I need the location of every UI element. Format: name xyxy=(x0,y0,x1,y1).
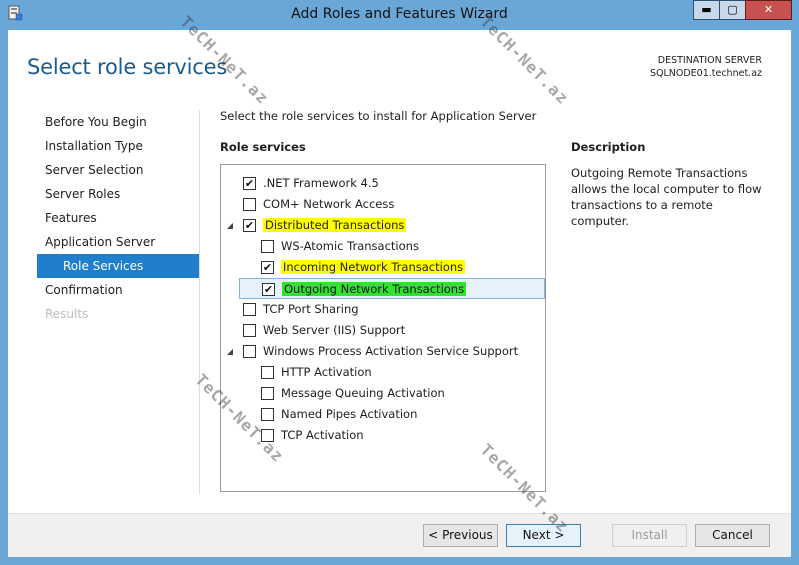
tree-item[interactable]: Named Pipes Activation xyxy=(221,404,545,425)
role-label: Incoming Network Transactions xyxy=(281,257,466,278)
role-label: Windows Process Activation Service Suppo… xyxy=(263,341,518,362)
tree-expander-icon[interactable]: ◢ xyxy=(225,215,235,236)
description-heading: Description xyxy=(571,140,646,154)
wizard-nav: Before You Begin Installation Type Server … xyxy=(37,110,199,326)
tree-item[interactable]: Message Queuing Activation xyxy=(221,383,545,404)
role-checkbox[interactable] xyxy=(243,345,256,358)
role-label: WS-Atomic Transactions xyxy=(281,236,419,257)
destination-server-name: SQLNODE01.technet.az xyxy=(649,68,762,79)
role-checkbox[interactable] xyxy=(261,387,274,400)
role-label-text: Distributed Transactions xyxy=(263,218,407,232)
role-checkbox[interactable] xyxy=(261,240,274,253)
role-label-text: COM+ Network Access xyxy=(263,197,395,211)
role-checkbox[interactable] xyxy=(243,303,256,316)
tree-item[interactable]: ✔ Outgoing Network Transactions xyxy=(239,278,545,299)
role-label: HTTP Activation xyxy=(281,362,372,383)
nav-item-server-roles[interactable]: Server Roles xyxy=(37,182,199,206)
tree-item[interactable]: WS-Atomic Transactions xyxy=(221,236,545,257)
role-label-text: Incoming Network Transactions xyxy=(281,260,466,274)
nav-divider xyxy=(199,110,200,494)
nav-item-before-you-begin[interactable]: Before You Begin xyxy=(37,110,199,134)
nav-item-results: Results xyxy=(45,307,89,321)
role-label: Distributed Transactions xyxy=(263,215,407,236)
destination-label: DESTINATION SERVER xyxy=(657,55,762,66)
role-checkbox[interactable] xyxy=(243,324,256,337)
role-label-text: Web Server (IIS) Support xyxy=(263,323,406,337)
wizard-window: Add Roles and Features Wizard ▬ ▢ ✕ Sele… xyxy=(0,0,799,565)
nav-item-confirmation[interactable]: Confirmation xyxy=(37,278,199,302)
role-services-heading: Role services xyxy=(220,140,306,154)
role-label: Message Queuing Activation xyxy=(281,383,445,404)
role-label: Named Pipes Activation xyxy=(281,404,417,425)
role-checkbox[interactable]: ✔ xyxy=(243,177,256,190)
role-label: Outgoing Network Transactions xyxy=(282,279,467,300)
role-label-text: Named Pipes Activation xyxy=(281,407,418,421)
role-label-text: WS-Atomic Transactions xyxy=(281,239,419,253)
role-checkbox[interactable]: ✔ xyxy=(262,283,275,296)
role-label-text: HTTP Activation xyxy=(281,365,372,379)
tree-item[interactable]: ◢ ✔ Distributed Transactions xyxy=(221,215,545,236)
cancel-button[interactable]: Cancel xyxy=(695,524,770,547)
role-label-text: Outgoing Network Transactions xyxy=(282,282,467,296)
role-label-text: .NET Framework 4.5 xyxy=(263,176,379,190)
role-checkbox[interactable] xyxy=(261,366,274,379)
nav-item-features[interactable]: Features xyxy=(37,206,199,230)
role-checkbox[interactable]: ✔ xyxy=(243,219,256,232)
minimize-button[interactable]: ▬ xyxy=(693,0,720,20)
next-button[interactable]: Next > xyxy=(506,524,581,547)
role-label-text: Windows Process Activation Service Suppo… xyxy=(263,344,519,358)
nav-item-server-selection[interactable]: Server Selection xyxy=(37,158,199,182)
role-label: TCP Activation xyxy=(281,425,364,446)
role-checkbox[interactable] xyxy=(261,408,274,421)
tree-item[interactable]: TCP Port Sharing xyxy=(221,299,545,320)
description-text: Outgoing Remote Transactions allows the … xyxy=(571,166,762,228)
role-checkbox[interactable]: ✔ xyxy=(261,261,274,274)
role-label-text: TCP Activation xyxy=(281,428,364,442)
tree-item[interactable]: COM+ Network Access xyxy=(221,194,545,215)
tree-item[interactable]: ✔ .NET Framework 4.5 xyxy=(221,173,545,194)
tree-item[interactable]: ◢ Windows Process Activation Service Supp… xyxy=(221,341,545,362)
tree-item[interactable]: ✔ Incoming Network Transactions xyxy=(221,257,545,278)
role-label: COM+ Network Access xyxy=(263,194,394,215)
role-label: Web Server (IIS) Support xyxy=(263,320,405,341)
title-bar[interactable]: Add Roles and Features Wizard ▬ ▢ ✕ xyxy=(0,0,799,30)
page-title: Select role services xyxy=(27,55,228,79)
close-button[interactable]: ✕ xyxy=(745,0,792,20)
role-label-text: Message Queuing Activation xyxy=(281,386,445,400)
tree-item[interactable]: Web Server (IIS) Support xyxy=(221,320,545,341)
role-label: TCP Port Sharing xyxy=(263,299,359,320)
intro-text: Select the role services to install for … xyxy=(220,109,537,123)
install-button[interactable]: Install xyxy=(612,524,687,547)
wizard-content: Select role services DESTINATION SERVER … xyxy=(8,30,791,557)
tree-item[interactable]: HTTP Activation xyxy=(221,362,545,383)
tree-expander-icon[interactable]: ◢ xyxy=(225,341,235,362)
role-label-text: TCP Port Sharing xyxy=(263,302,359,316)
window-title: Add Roles and Features Wizard xyxy=(291,6,508,22)
destination-server: DESTINATION SERVER SQLNODE01.technet.az xyxy=(650,54,762,80)
nav-item-application-server[interactable]: Application Server xyxy=(37,230,199,254)
previous-button[interactable]: < Previous xyxy=(423,524,498,547)
nav-item-installation-type[interactable]: Installation Type xyxy=(37,134,199,158)
nav-item-role-services[interactable]: Role Services xyxy=(37,254,199,278)
maximize-button[interactable]: ▢ xyxy=(719,0,746,20)
role-checkbox[interactable] xyxy=(243,198,256,211)
role-label: .NET Framework 4.5 xyxy=(263,173,379,194)
